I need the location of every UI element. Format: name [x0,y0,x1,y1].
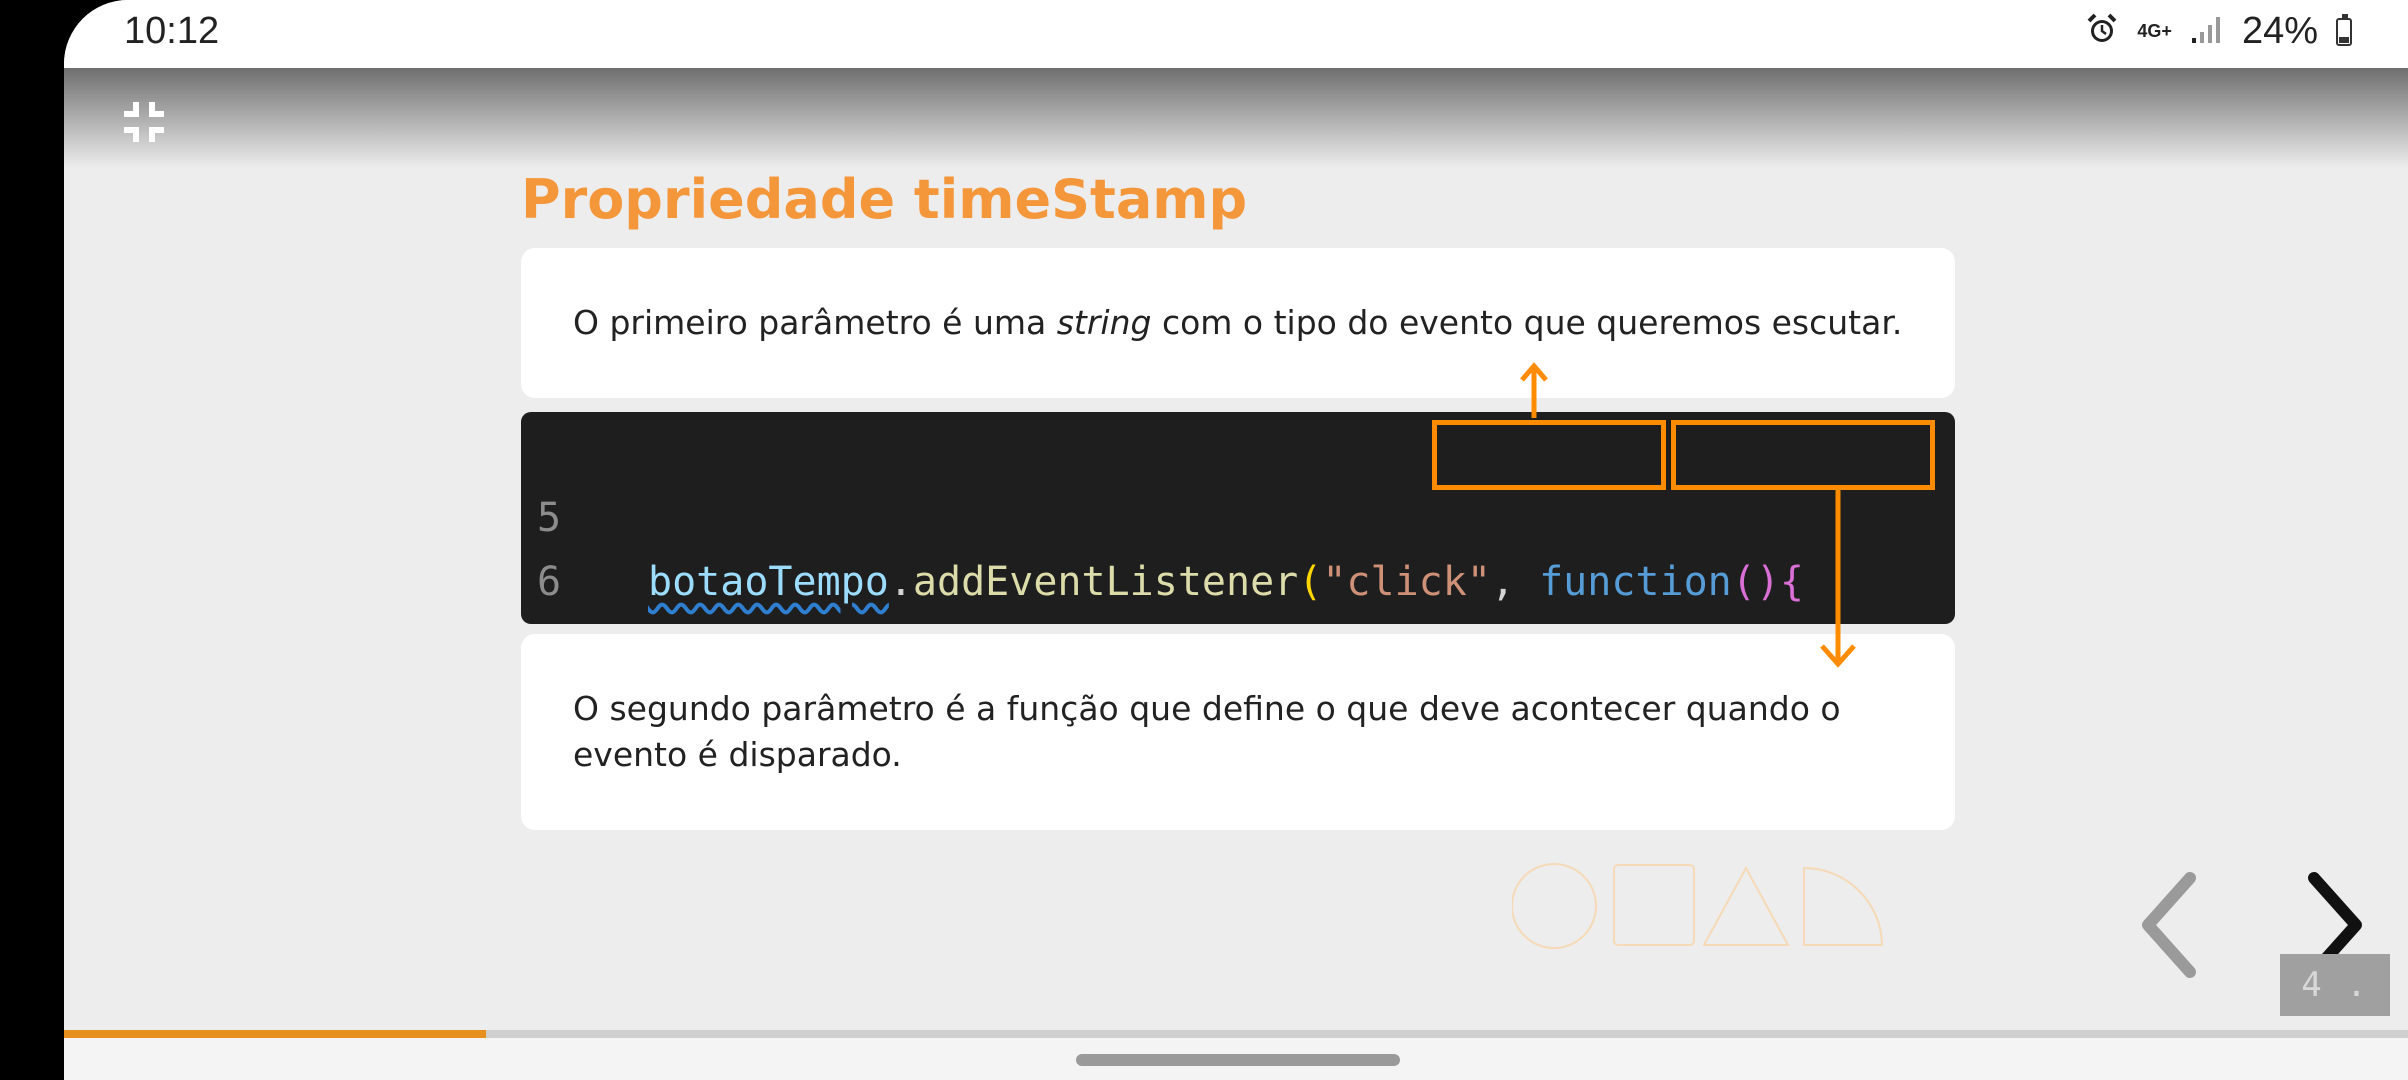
slide-number: 4 . 4 [2280,954,2390,1067]
triangle-shape [1702,865,1790,946]
code-line-6: 6 [521,486,666,605]
alarm-icon [2085,12,2119,51]
decorative-shapes [1512,863,1884,949]
code-dot: . [888,559,913,605]
progress-fill [64,1030,486,1038]
code-parens: () [1731,559,1780,605]
status-bar: 10:12 4G+ 24% [64,0,2408,68]
code-method: addEventListener [912,559,1299,605]
status-icons: 4G+ 24% [2085,10,2352,53]
code-variable: botaoTempo [648,559,889,605]
second-parameter-card: O segundo parâmetro é a função que defin… [521,634,1955,830]
code-open-brace: { [1779,559,1805,605]
battery-icon [2336,13,2352,46]
arrow-up-icon [1520,362,1548,418]
line-number: 7 [537,614,561,624]
exit-fullscreen-icon[interactable] [120,98,168,146]
previous-slide-button[interactable] [2134,870,2204,980]
card1-text-prefix: O primeiro parâmetro é uma [573,303,1057,342]
code-block: 5 botaoTempo.addEventListener("click", f… [521,412,1955,624]
code-comma: , [1490,559,1515,605]
circle-shape [1512,863,1597,949]
square-shape [1613,864,1695,946]
progress-bar [64,1030,2408,1038]
card1-text-suffix: com o tipo do evento que queremos escuta… [1151,303,1903,342]
callback-highlight [1671,420,1935,490]
network-label: 4G+ [2137,20,2172,41]
code-line-7: 7 }); [521,550,666,624]
slide-title: Propriedade timeStamp [521,168,1248,231]
card2-text: O segundo parâmetro é a função que defin… [573,689,1841,774]
battery-percent: 24% [2241,10,2318,52]
home-gesture-handle[interactable] [1076,1054,1400,1066]
code-keyword: function [1539,559,1732,605]
system-navigation-bar [64,1038,2408,1080]
signal-icon [2190,14,2224,49]
quarter-circle-shape [1803,866,1884,946]
code-open-paren: ( [1298,559,1323,605]
presentation-toolbar [64,68,2408,168]
network-icon: 4G+ [2137,22,2172,42]
card1-emphasis: string [1056,303,1152,342]
arrow-down-icon [1820,486,1856,668]
string-arg-highlight [1432,420,1666,490]
first-parameter-card: O primeiro parâmetro é uma string com o … [521,248,1955,398]
code-string-arg: "click" [1322,559,1491,605]
code-line-5: 5 botaoTempo.addEventListener("click", f… [521,422,1804,605]
screen: 10:12 4G+ 24% Propriedade timeStamp O pr… [64,0,2408,1080]
clock: 10:12 [124,10,220,52]
